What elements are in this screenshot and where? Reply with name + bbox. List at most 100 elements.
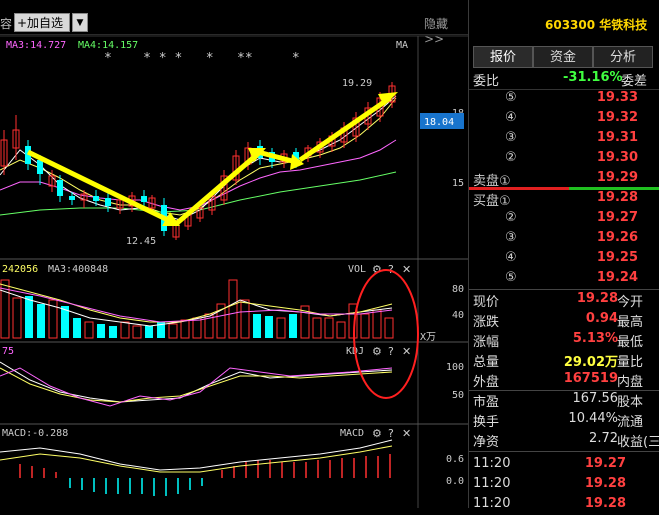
- quote-label: 涨幅: [473, 335, 500, 350]
- vol-axis-80: 80: [452, 284, 464, 295]
- vol-ma3-legend: MA3:400848: [48, 264, 108, 275]
- buy-price-2: 19.27: [596, 210, 638, 225]
- tick-row: 11:20 19.28: [469, 495, 659, 515]
- gear-icon[interactable]: ⚙: [372, 345, 382, 358]
- quote-row-pct: 涨幅 5.13% 最低: [469, 330, 659, 350]
- weibi-row: 委比 -31.16% 委差: [469, 69, 659, 89]
- sell-level-5: ⑤: [505, 90, 517, 105]
- quote-tail: 最低: [617, 335, 644, 350]
- buy-row-4[interactable]: ④ 19.25: [469, 249, 659, 269]
- sell-level-2: ②: [505, 150, 517, 165]
- quote-value: 167519: [563, 371, 618, 386]
- ma4-legend: MA4:14.157: [78, 40, 138, 51]
- buy-price-1: 19.28: [596, 190, 638, 205]
- sell-price-1: 19.29: [596, 170, 638, 185]
- quote-panel: 603300 华铁科技 报价 资金 分析 委比 -31.16% 委差 ⑤ 19.…: [468, 0, 659, 511]
- weibi-value: -31.16%: [563, 70, 623, 85]
- quote-value: 10.44%: [568, 411, 618, 426]
- tick-time: 11:20: [473, 476, 511, 491]
- buy-price-4: 19.25: [596, 250, 638, 265]
- quote-label: 换手: [473, 415, 500, 430]
- quote-tail: 股本: [617, 395, 644, 410]
- highlight-circle: [353, 269, 419, 399]
- quote-row-volume: 总量 29.02万 量比: [469, 350, 659, 370]
- volume-bars: [0, 279, 394, 339]
- help-icon[interactable]: ?: [388, 345, 394, 358]
- quote-tail: 今开: [617, 295, 644, 310]
- buy-level-3: ③: [505, 230, 517, 245]
- sell-row-3[interactable]: ③ 19.31: [469, 129, 659, 149]
- buy-row-3[interactable]: ③ 19.26: [469, 229, 659, 249]
- ma-tag: MA: [396, 40, 408, 51]
- vol-axis-40: 40: [452, 310, 464, 321]
- quote-tail: 流通: [617, 415, 644, 430]
- sell-row-4[interactable]: ④ 19.32: [469, 109, 659, 129]
- sell-level-4: ④: [505, 110, 517, 125]
- quote-label: 外盘: [473, 375, 500, 390]
- sell-price-3: 19.31: [596, 130, 638, 145]
- buy-level-4: ④: [505, 250, 517, 265]
- sell-price-5: 19.33: [596, 90, 638, 105]
- chart-area[interactable]: 容 +加自选 ▼ 隐藏>> MA3:14.727 MA4:14.157 MA *…: [0, 0, 468, 508]
- quote-value: 29.02万: [563, 355, 618, 370]
- sell-row-5[interactable]: ⑤ 19.33: [469, 89, 659, 109]
- sell-level-3: ③: [505, 130, 517, 145]
- kdj-axis-100: 100: [446, 362, 464, 373]
- quote-tail: 内盘: [617, 375, 644, 390]
- vol-legend-1: 242056: [2, 264, 38, 275]
- buy-level-5: ⑤: [505, 270, 517, 285]
- quote-value: 5.13%: [572, 331, 618, 346]
- close-icon[interactable]: ✕: [402, 345, 411, 358]
- quote-row-change: 涨跌 0.94 最高: [469, 310, 659, 330]
- quote-value: 167.56: [572, 391, 619, 406]
- close-icon[interactable]: ✕: [402, 427, 411, 440]
- weibi-tail: 委差: [621, 74, 648, 89]
- quote-row-turnover: 换手 10.44% 流通: [469, 410, 659, 430]
- tick-price: 19.27: [584, 456, 626, 471]
- tick-row: 11:20 19.28: [469, 475, 659, 495]
- quote-row-price: 现价 19.28 今开: [469, 290, 659, 310]
- quote-label: 涨跌: [473, 315, 500, 330]
- ma3-legend: MA3:14.727: [6, 40, 66, 51]
- sell-row-2[interactable]: ② 19.30: [469, 149, 659, 169]
- buy-row-2[interactable]: ② 19.27: [469, 209, 659, 229]
- tab-funds[interactable]: 资金: [533, 46, 593, 68]
- quote-label: 市盈: [473, 395, 500, 410]
- tick-price: 19.28: [584, 476, 626, 491]
- kdj-legend: 75: [2, 346, 14, 357]
- buy-level-1: 买盘①: [473, 194, 511, 209]
- gear-icon[interactable]: ⚙: [372, 427, 382, 440]
- quote-tail: 最高: [617, 315, 644, 330]
- quote-value: 0.94: [585, 311, 618, 326]
- macd-axis-06: 0.6: [446, 454, 464, 465]
- low-price-label: 12.45: [126, 236, 156, 247]
- axis-label-current: 18.04: [424, 117, 454, 128]
- stock-header: 603300 华铁科技: [469, 12, 659, 34]
- tab-quote[interactable]: 报价: [473, 46, 533, 68]
- quote-tabs: 报价 资金 分析: [469, 46, 659, 68]
- sell-price-4: 19.32: [596, 110, 638, 125]
- buy-price-3: 19.26: [596, 230, 638, 245]
- close-icon[interactable]: ✕: [402, 263, 411, 276]
- vol-axis-unit: X万: [420, 332, 436, 343]
- quote-value: 19.28: [576, 291, 618, 306]
- quote-label: 总量: [473, 355, 500, 370]
- sell-row-1[interactable]: 卖盘① 19.29: [469, 169, 659, 189]
- buy-price-5: 19.24: [596, 270, 638, 285]
- macd-legend: MACD:-0.288: [2, 428, 68, 439]
- sell-price-2: 19.30: [596, 150, 638, 165]
- buy-row-5[interactable]: ⑤ 19.24: [469, 269, 659, 289]
- tick-time: 11:20: [473, 496, 511, 511]
- macd-bars: [19, 454, 391, 496]
- quote-label: 净资: [473, 435, 500, 450]
- weibi-label: 委比: [473, 74, 500, 89]
- help-icon[interactable]: ?: [388, 427, 394, 440]
- vol-tag: VOL: [348, 264, 366, 275]
- macd-axis-00: 0.0: [446, 476, 464, 487]
- tab-analysis[interactable]: 分析: [593, 46, 653, 68]
- tick-row: 11:20 19.27: [469, 455, 659, 475]
- quote-row-outer: 外盘 167519 内盘: [469, 370, 659, 390]
- buy-row-1[interactable]: 买盘① 19.28: [469, 189, 659, 209]
- quote-row-pe: 市盈 167.56 股本: [469, 390, 659, 410]
- quote-tail: 收益(三: [617, 435, 659, 450]
